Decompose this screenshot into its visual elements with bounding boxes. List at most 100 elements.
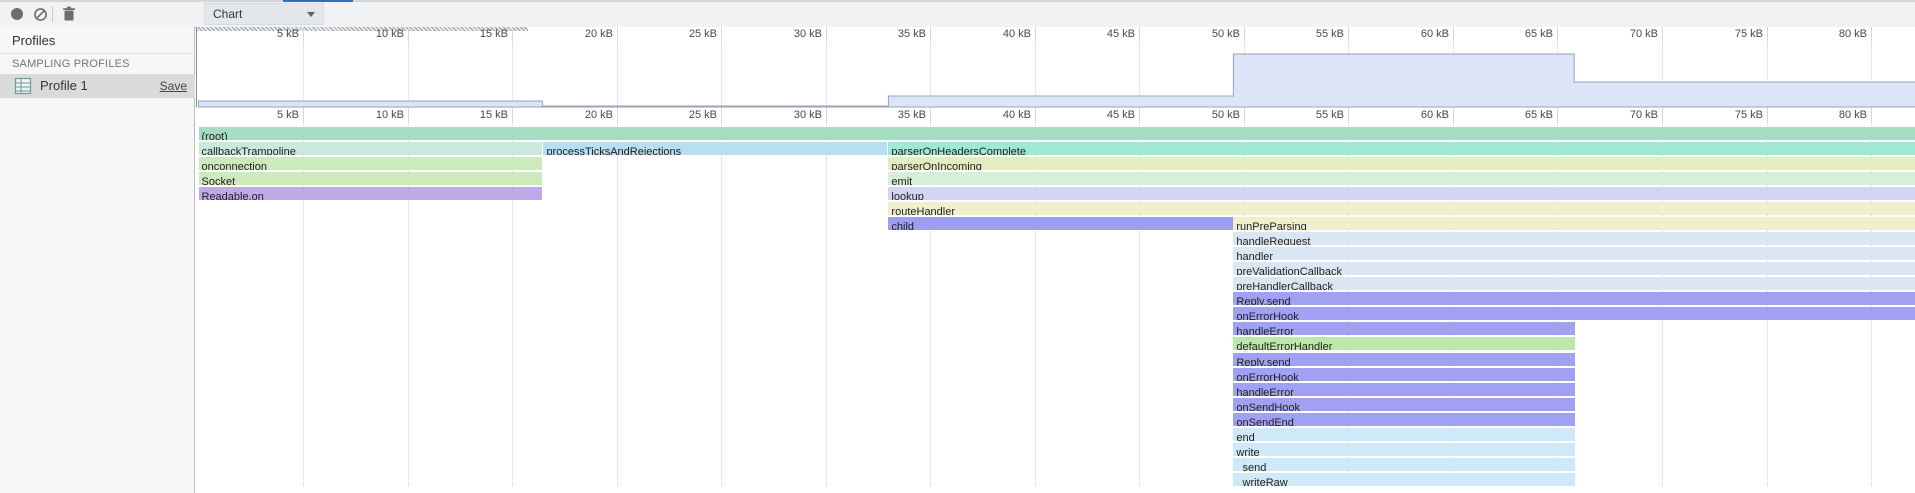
ruler-tick bbox=[1871, 27, 1872, 41]
flame-bar-end[interactable]: end bbox=[1233, 428, 1575, 441]
chart-view-select[interactable]: Chart bbox=[204, 3, 324, 25]
ruler-tick bbox=[1035, 108, 1036, 123]
ruler-tick bbox=[826, 108, 827, 123]
sampling-profiles-section-label: SAMPLING PROFILES bbox=[12, 58, 130, 70]
flame-bar-label: runPreParsing bbox=[1233, 221, 1306, 230]
ruler-tick bbox=[512, 27, 513, 41]
flame-bar-label: _writeRaw bbox=[1233, 477, 1287, 486]
chart-view-select-value: Chart bbox=[213, 7, 242, 21]
flame-bar-label: handleRequest bbox=[1233, 236, 1310, 245]
ruler-tick bbox=[826, 27, 827, 41]
flame-bar-callbackTrampoline[interactable]: callbackTrampoline bbox=[199, 142, 543, 155]
ruler-tick bbox=[1348, 27, 1349, 41]
ruler-tick bbox=[1244, 108, 1245, 123]
flame-bar-label: onErrorHook bbox=[1233, 372, 1298, 381]
ruler-tick bbox=[930, 27, 931, 41]
flame-bar-lookup[interactable]: lookup bbox=[888, 187, 1915, 200]
block-icon bbox=[33, 7, 48, 22]
top-ruler-label: 45 kB bbox=[1077, 28, 1135, 40]
top-ruler-label: 30 kB bbox=[764, 28, 822, 40]
gridline bbox=[617, 27, 618, 486]
top-ruler-label: 70 kB bbox=[1600, 28, 1658, 40]
flame-bar-preValidationCallback[interactable]: preValidationCallback bbox=[1233, 262, 1915, 275]
ruler-tick bbox=[408, 108, 409, 123]
top-ruler-label: 80 kB bbox=[1809, 28, 1867, 40]
flame-bar-Socket[interactable]: Socket bbox=[199, 172, 543, 185]
trash-icon bbox=[62, 6, 76, 22]
flame-bar-preHandlerCallback[interactable]: preHandlerCallback bbox=[1233, 277, 1915, 290]
save-profile-link[interactable]: Save bbox=[160, 79, 187, 93]
flame-bar-root[interactable]: (root) bbox=[199, 127, 1915, 140]
gridline bbox=[303, 27, 304, 486]
flame-bar-processTicksAndRejections[interactable]: processTicksAndRejections bbox=[543, 142, 887, 155]
ruler-tick bbox=[1662, 27, 1663, 41]
record-icon bbox=[11, 8, 23, 20]
flamechart-pane bbox=[196, 27, 1915, 493]
ruler-tick bbox=[303, 27, 304, 41]
flame-bar-label: write_ bbox=[1233, 447, 1265, 456]
flame-bar-onSendEnd[interactable]: onSendEnd bbox=[1233, 413, 1575, 426]
top-ruler-label: 5 kB bbox=[241, 28, 299, 40]
top-ruler-label: 15 kB bbox=[450, 28, 508, 40]
flame-bar-emit[interactable]: emit bbox=[888, 172, 1915, 185]
flame-bar-_send[interactable]: _send bbox=[1233, 458, 1575, 471]
profiles-sidebar: Profiles SAMPLING PROFILES Profile 1 Sav… bbox=[0, 27, 195, 493]
gridline bbox=[930, 27, 931, 486]
ruler-tick bbox=[930, 108, 931, 123]
flame-bar-label: onSendEnd bbox=[1233, 417, 1294, 426]
top-ruler-label: 40 kB bbox=[973, 28, 1031, 40]
record-button[interactable] bbox=[5, 4, 29, 24]
flame-bar-parserOnHeadersComplete[interactable]: parserOnHeadersComplete bbox=[888, 142, 1915, 155]
flame-bar-onErrorHook[interactable]: onErrorHook bbox=[1233, 368, 1575, 381]
bottom-ruler-label: 65 kB bbox=[1495, 109, 1553, 121]
bottom-ruler-label: 10 kB bbox=[346, 109, 404, 121]
ruler-tick bbox=[1244, 27, 1245, 41]
flame-bar-write_[interactable]: write_ bbox=[1233, 443, 1575, 456]
flame-bar-label: handleError bbox=[1233, 326, 1293, 335]
flame-bar-onSendHook[interactable]: onSendHook bbox=[1233, 398, 1575, 411]
flame-bar-Reply.send[interactable]: Reply.send bbox=[1233, 353, 1575, 366]
flame-bar-label: handler bbox=[1233, 251, 1273, 260]
sidebar-divider bbox=[0, 53, 195, 54]
top-ruler-label: 55 kB bbox=[1286, 28, 1344, 40]
heap-profile-icon bbox=[14, 77, 32, 95]
flame-bar-handler[interactable]: handler bbox=[1233, 247, 1915, 260]
flame-bar-onErrorHook[interactable]: onErrorHook bbox=[1233, 307, 1915, 320]
bottom-ruler-label: 80 kB bbox=[1809, 109, 1867, 121]
flame-bar-_writeRaw[interactable]: _writeRaw bbox=[1233, 473, 1575, 486]
pane-left-edge bbox=[196, 27, 197, 107]
profile-name: Profile 1 bbox=[40, 78, 88, 93]
flame-bar-parserOnIncoming[interactable]: parserOnIncoming bbox=[888, 157, 1915, 170]
flame-bar-handleError[interactable]: handleError bbox=[1233, 383, 1575, 396]
flame-bar-handleRequest[interactable]: handleRequest bbox=[1233, 232, 1915, 245]
flame-bar-label: Reply.send bbox=[1233, 357, 1290, 366]
flame-bar-label: Reply.send bbox=[1233, 296, 1290, 305]
gridline bbox=[408, 27, 409, 486]
profile-item[interactable]: Profile 1 Save bbox=[0, 74, 195, 98]
clear-button[interactable] bbox=[28, 4, 52, 24]
top-ruler-label: 20 kB bbox=[555, 28, 613, 40]
bottom-ruler-label: 70 kB bbox=[1600, 109, 1658, 121]
flame-bar-label: lookup bbox=[888, 191, 923, 200]
ruler-tick bbox=[1139, 108, 1140, 123]
flame-bar-label: preValidationCallback bbox=[1233, 266, 1342, 275]
flame-bar-child[interactable]: child bbox=[888, 217, 1233, 230]
bottom-ruler-label: 60 kB bbox=[1391, 109, 1449, 121]
ruler-tick bbox=[1035, 27, 1036, 41]
top-ruler-label: 50 kB bbox=[1182, 28, 1240, 40]
ruler-tick bbox=[1139, 27, 1140, 41]
flame-bar-onconnection[interactable]: onconnection bbox=[199, 157, 543, 170]
flame-bar-defaultErrorHandler[interactable]: defaultErrorHandler bbox=[1233, 337, 1575, 350]
flame-bar-Readable.on[interactable]: Readable.on bbox=[199, 187, 543, 200]
gridline bbox=[721, 27, 722, 486]
flame-bar-handleError[interactable]: handleError bbox=[1233, 322, 1575, 335]
flame-bar-label: defaultErrorHandler bbox=[1233, 341, 1332, 350]
flame-bar-Reply.send[interactable]: Reply.send bbox=[1233, 292, 1915, 305]
bottom-ruler-label: 5 kB bbox=[241, 109, 299, 121]
delete-profile-button[interactable] bbox=[57, 4, 81, 24]
ruler-tick bbox=[1453, 27, 1454, 41]
flame-bar-label: preHandlerCallback bbox=[1233, 281, 1333, 290]
top-ruler-label: 25 kB bbox=[659, 28, 717, 40]
flame-bar-routeHandler[interactable]: routeHandler bbox=[888, 202, 1915, 215]
flame-bar-runPreParsing[interactable]: runPreParsing bbox=[1233, 217, 1915, 230]
